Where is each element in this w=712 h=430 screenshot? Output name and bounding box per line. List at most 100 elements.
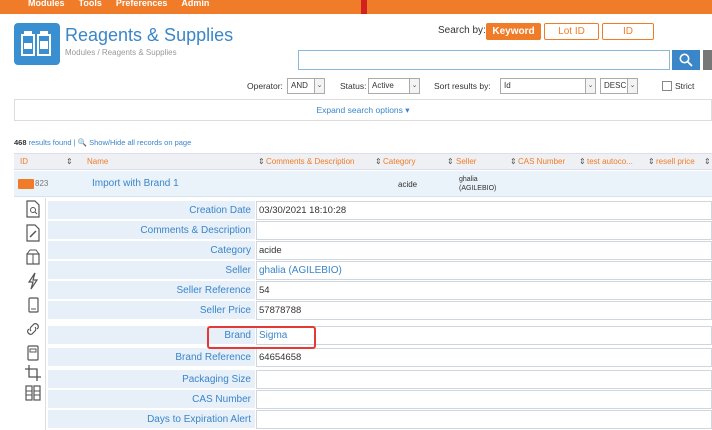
top-menu-bar: Modules Tools Preferences Admin — [0, 0, 712, 16]
menu-admin[interactable]: Admin — [181, 0, 209, 14]
breadcrumb: Modules / Reagents & Supplies — [65, 48, 177, 57]
detail-value — [256, 221, 712, 240]
detail-value: 57878788 — [256, 301, 712, 320]
status-label: Status: — [340, 81, 367, 91]
column-cas-number[interactable]: CAS Number — [518, 157, 565, 166]
search-mode-keyword[interactable]: Keyword — [486, 23, 541, 40]
column-category[interactable]: Category — [383, 157, 415, 166]
search-mode-lot-id[interactable]: Lot ID — [544, 23, 599, 40]
menu-preferences[interactable]: Preferences — [116, 0, 168, 14]
stock-icon[interactable] — [24, 248, 42, 266]
view-icon[interactable] — [24, 200, 42, 218]
sort-icon[interactable]: ⇕ — [66, 157, 73, 166]
crop-icon[interactable] — [24, 364, 42, 382]
detail-label: Comments & Description — [48, 221, 255, 240]
detail-row-creation-date: Creation Date 03/30/2021 18:10:28 — [48, 201, 712, 220]
status-value: Active — [372, 81, 394, 90]
detail-row-seller-price: Seller Price 57878788 — [48, 301, 712, 320]
page-title: Reagents & Supplies — [65, 25, 234, 45]
detail-label: Seller — [48, 261, 255, 280]
menu-tools[interactable]: Tools — [79, 0, 102, 14]
strict-search-checkbox[interactable] — [662, 81, 672, 91]
search-by-label: Search by: — [438, 25, 486, 36]
record-actions — [20, 198, 46, 430]
detail-row-days-to-expiration: Days to Expiration Alert — [48, 410, 712, 429]
column-test-autoco[interactable]: test autoco... — [587, 157, 633, 166]
detail-value — [256, 370, 712, 389]
device-icon[interactable] — [24, 296, 42, 314]
operator-select[interactable]: AND ⌄ — [287, 78, 325, 94]
sort-icon[interactable]: ⇕ — [447, 157, 454, 166]
strict-search-label: Strict sear — [675, 81, 695, 107]
detail-label: Seller Reference — [48, 281, 255, 300]
expand-search-label[interactable]: Expand search options ▾ — [15, 105, 711, 116]
results-summary: 468 results found | 🔍 Show/Hide all reco… — [14, 138, 191, 147]
brand-link[interactable]: Sigma — [256, 326, 712, 345]
operator-value: AND — [291, 81, 308, 90]
search-button[interactable] — [672, 50, 700, 70]
sort-icon[interactable]: ⇕ — [258, 157, 265, 166]
sort-icon[interactable]: ⇕ — [579, 157, 586, 166]
detail-row-brand-reference: Brand Reference 64654658 — [48, 348, 712, 367]
seller-link[interactable]: ghalia (AGILEBIO) — [256, 261, 712, 280]
column-id[interactable]: ID — [20, 157, 28, 166]
menu-modules[interactable]: Modules — [28, 0, 65, 14]
activity-icon[interactable] — [24, 272, 42, 290]
table-header: ID ⇕ Name ⇕ Comments & Description ⇕ Cat… — [14, 153, 712, 170]
search-mode-id[interactable]: ID — [602, 23, 654, 40]
order-select[interactable]: DESC ⌄ — [600, 78, 638, 94]
grid-icon[interactable] — [24, 384, 42, 402]
operator-label: Operator: — [247, 81, 283, 91]
page-header: Reagents & Supplies Modules / Reagents &… — [0, 14, 712, 124]
chevron-down-icon: ⌄ — [314, 79, 324, 93]
column-resell-price[interactable]: resell price — [656, 157, 695, 166]
detail-label: Creation Date — [48, 201, 255, 220]
storage-icon[interactable] — [24, 344, 42, 362]
brand-highlight-box — [207, 326, 316, 349]
detail-row-cas-number: CAS Number — [48, 390, 712, 409]
search-input[interactable] — [298, 50, 670, 70]
order-value: DESC — [604, 81, 627, 90]
detail-value: acide — [256, 241, 712, 260]
column-seller[interactable]: Seller — [456, 157, 476, 166]
search-extra-button[interactable] — [703, 50, 712, 70]
detail-label: Days to Expiration Alert — [48, 410, 255, 429]
sort-icon[interactable]: ⇕ — [375, 157, 382, 166]
detail-value — [256, 410, 712, 429]
link-icon[interactable] — [24, 320, 42, 338]
search-icon — [679, 53, 693, 67]
detail-row-category: Category acide — [48, 241, 712, 260]
record-name-link[interactable]: Import with Brand 1 — [92, 178, 179, 189]
table-row[interactable]: 823 Import with Brand 1 acide ghalia (AG… — [14, 171, 712, 197]
sort-value: Id — [504, 81, 511, 90]
record-seller: ghalia (AGILEBIO) — [459, 176, 497, 192]
detail-label: CAS Number — [48, 390, 255, 409]
detail-value: 54 — [256, 281, 712, 300]
detail-label: Category — [48, 241, 255, 260]
detail-label: Brand Reference — [48, 348, 255, 367]
record-category: acide — [398, 180, 418, 189]
column-name[interactable]: Name — [87, 157, 108, 166]
sort-icon[interactable]: ⇕ — [704, 157, 711, 166]
sort-icon[interactable]: ⇕ — [648, 157, 655, 166]
detail-label: Packaging Size — [48, 370, 255, 389]
folder-open-icon[interactable] — [18, 179, 34, 189]
detail-row-seller: Seller ghalia (AGILEBIO) — [48, 261, 712, 280]
top-menu: Modules Tools Preferences Admin — [28, 0, 209, 14]
detail-value — [256, 390, 712, 409]
chevron-down-icon: ⌄ — [409, 79, 419, 93]
detail-row-brand: Brand Sigma — [48, 326, 712, 345]
expand-search-options[interactable]: Expand search options ▾ — [14, 99, 712, 121]
sort-select[interactable]: Id ⌄ — [500, 78, 596, 94]
detail-row-seller-reference: Seller Reference 54 — [48, 281, 712, 300]
chevron-down-icon: ⌄ — [585, 79, 595, 93]
column-comments[interactable]: Comments & Description — [266, 157, 354, 166]
module-logo-icon — [14, 23, 60, 65]
sort-icon[interactable]: ⇕ — [510, 157, 517, 166]
detail-row-comments: Comments & Description — [48, 221, 712, 240]
sort-label: Sort results by: — [434, 81, 491, 91]
results-text: results found — [28, 138, 72, 147]
status-select[interactable]: Active ⌄ — [368, 78, 420, 94]
edit-icon[interactable] — [24, 224, 42, 242]
show-hide-records-link[interactable]: | 🔍 Show/Hide all records on page — [74, 138, 192, 147]
